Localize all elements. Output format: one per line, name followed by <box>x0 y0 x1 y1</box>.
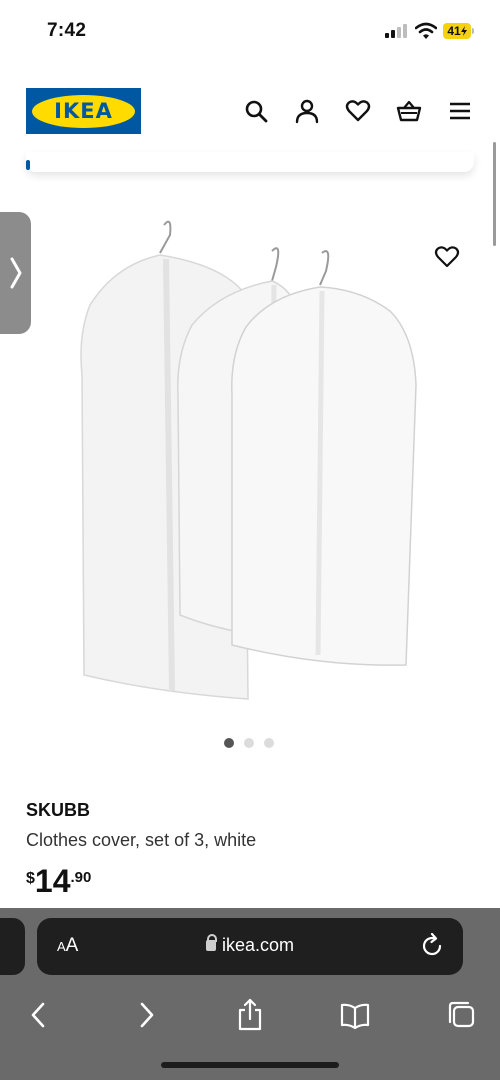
url-text: ikea.com <box>221 935 295 955</box>
carousel-dot-3[interactable] <box>264 738 274 748</box>
home-indicator[interactable] <box>161 1062 339 1068</box>
battery-icon: 41 <box>443 23 474 39</box>
price-integer: 14 <box>34 863 71 899</box>
site-header: IKEA <box>0 78 500 142</box>
search-icon[interactable] <box>243 98 269 124</box>
tabs-icon[interactable] <box>446 998 476 1032</box>
forward-icon[interactable] <box>131 998 161 1032</box>
logo-text: IKEA <box>32 94 135 128</box>
product-name: SKUBB <box>26 800 91 820</box>
url-display[interactable]: ikea.com <box>37 934 463 956</box>
basket-icon[interactable] <box>396 98 422 124</box>
reload-icon[interactable] <box>421 932 445 959</box>
battery-level: 41 <box>447 24 461 38</box>
product-description: Clothes cover, set of 3, white <box>26 830 257 850</box>
page-scrollbar[interactable] <box>493 142 496 246</box>
bookmarks-icon[interactable] <box>340 998 370 1032</box>
account-icon[interactable] <box>294 98 320 124</box>
address-bar[interactable]: AA ikea.com <box>37 918 463 975</box>
garment-cover-front <box>231 250 417 666</box>
heart-icon[interactable] <box>345 98 371 124</box>
status-bar: 7:42 41 <box>0 0 500 60</box>
ikea-logo[interactable]: IKEA <box>26 88 141 134</box>
card-accent <box>26 160 30 170</box>
side-panel-toggle[interactable] <box>0 212 31 334</box>
image-carousel-dots <box>224 738 274 748</box>
carousel-dot-2[interactable] <box>244 738 254 748</box>
product-price: $ 14 .90 <box>26 864 91 898</box>
price-currency: $ <box>26 870 35 887</box>
previous-tab-preview[interactable] <box>0 918 25 975</box>
menu-icon[interactable] <box>447 98 473 124</box>
chevron-right-icon <box>10 257 21 289</box>
browser-toolbar: AA ikea.com <box>0 908 500 1080</box>
carousel-dot-1[interactable] <box>224 738 234 748</box>
charging-bolt-icon <box>460 26 467 36</box>
price-decimal: .90 <box>70 869 92 886</box>
cellular-signal-icon <box>385 24 409 38</box>
status-time: 7:42 <box>47 20 87 41</box>
add-to-favourites-icon[interactable] <box>434 245 460 269</box>
back-icon[interactable] <box>24 998 54 1032</box>
collapsed-search-card <box>26 152 474 172</box>
wifi-icon <box>414 22 438 40</box>
product-image[interactable] <box>60 215 440 705</box>
share-icon[interactable] <box>235 998 265 1032</box>
lock-icon <box>205 934 217 951</box>
